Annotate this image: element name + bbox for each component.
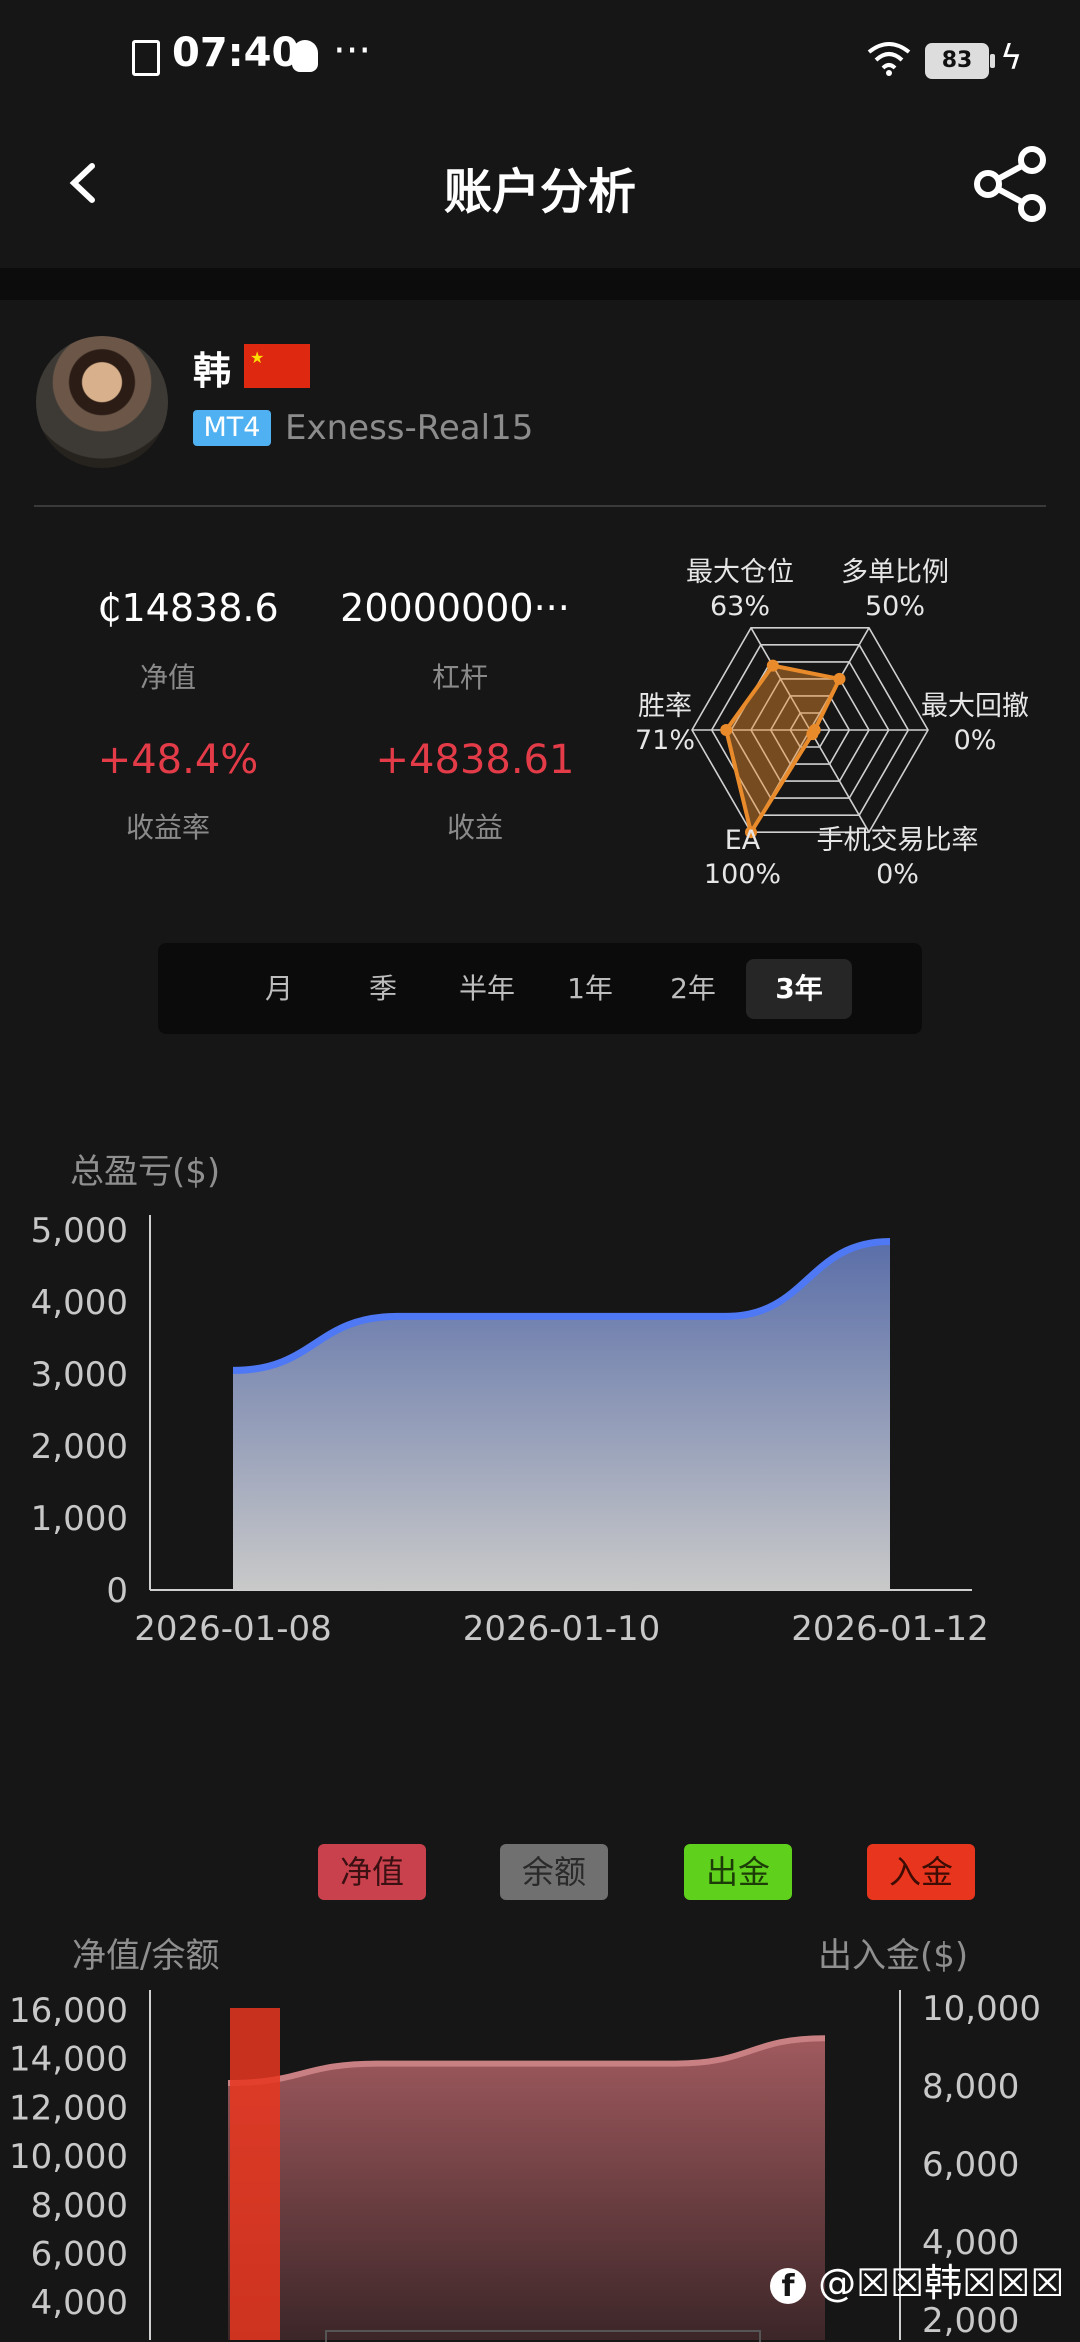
- leverage-value: 20000000···: [340, 586, 570, 630]
- right-y-tick-label: 10,000: [922, 1990, 1041, 2029]
- radar-label-max-position: 最大仓位 63%: [686, 557, 794, 622]
- tab-quarter[interactable]: 季: [330, 959, 436, 1019]
- charging-icon: ϟ: [1000, 38, 1023, 78]
- share-icon[interactable]: [972, 146, 1052, 222]
- return-rate-value: +48.4%: [97, 737, 259, 783]
- deposit-bar: [230, 2008, 280, 2340]
- wifi-icon: [867, 42, 911, 76]
- section-divider: [0, 268, 1080, 300]
- equity-area: [228, 2038, 825, 2340]
- left-y-tick-label: 12,000: [9, 2088, 128, 2128]
- pnl-chart: 0 1,000 2,000 3,000 4,000 5,000 2026-01-08 2026…: [31, 1211, 989, 1649]
- radar-point: [833, 672, 846, 685]
- profit-label: 收益: [446, 811, 503, 844]
- left-axis-title: 净值/余额: [72, 1936, 220, 1976]
- y-tick-label: 0: [106, 1571, 128, 1611]
- left-y-tick-label: 10,000: [9, 2137, 128, 2177]
- right-y-tick-label: 8,000: [922, 2067, 1019, 2107]
- facebook-icon: f: [770, 2267, 806, 2304]
- radar-label-max-drawdown: 最大回撤 0%: [921, 691, 1029, 756]
- tab-2-year[interactable]: 2年: [640, 959, 746, 1019]
- y-tick-label: 3,000: [31, 1355, 128, 1395]
- radar-point: [766, 659, 779, 672]
- return-rate-label: 收益率: [125, 811, 210, 844]
- y-tick-label: 5,000: [31, 1211, 128, 1251]
- chart-scrollbar[interactable]: [325, 2330, 761, 2342]
- page-title: 账户分析: [443, 164, 636, 220]
- legend-balance[interactable]: 余额: [500, 1844, 608, 1900]
- radar-point: [806, 728, 819, 741]
- y-tick-label: 2,000: [31, 1427, 128, 1467]
- more-notifications-icon: ···: [333, 28, 372, 74]
- radar-label-ea: EA 100%: [703, 825, 782, 890]
- tab-half-year[interactable]: 半年: [434, 959, 540, 1019]
- left-y-tick-label: 14,000: [9, 2040, 128, 2080]
- profit-value: +4838.61: [375, 737, 575, 783]
- china-flag-icon: ★: [244, 344, 310, 388]
- radar-label-win-rate: 胜率 71%: [634, 691, 695, 756]
- radar-area: [724, 663, 843, 838]
- sim-card-icon: [132, 40, 160, 76]
- radar-label-mobile-ratio: 手机交易比率 0%: [816, 825, 979, 890]
- tab-3-year[interactable]: 3年: [746, 959, 852, 1019]
- status-time: 07:40: [172, 30, 300, 76]
- left-y-tick-label: 4,000: [31, 2283, 128, 2323]
- x-tick-label: 2026-01-10: [463, 1609, 661, 1649]
- y-tick-label: 4,000: [31, 1283, 128, 1323]
- equity-label: 净值: [139, 661, 196, 694]
- leverage-label: 杠杆: [431, 661, 488, 694]
- tab-1-year[interactable]: 1年: [537, 959, 643, 1019]
- legend-withdrawal[interactable]: 出金: [684, 1844, 792, 1900]
- right-y-tick-label: 6,000: [922, 2145, 1019, 2185]
- legend-deposit[interactable]: 入金: [867, 1844, 975, 1900]
- watermark-text: @☒☒韩☒☒☒: [818, 2261, 1065, 2305]
- left-y-tick-label: 16,000: [9, 1991, 128, 2031]
- equity-value: ₵14838.6: [97, 586, 279, 630]
- x-tick-label: 2026-01-12: [791, 1609, 989, 1649]
- left-y-tick-label: 8,000: [31, 2186, 128, 2226]
- y-tick-label: 1,000: [31, 1499, 128, 1539]
- platform-badge: MT4: [193, 410, 271, 446]
- server-name: Exness-Real15: [285, 408, 534, 448]
- right-axis-title: 出入金($): [818, 1936, 969, 1976]
- battery-icon: 83: [925, 43, 995, 79]
- legend-equity[interactable]: 净值: [318, 1844, 426, 1900]
- status-bar: 07:40 ··· 83 ϟ: [0, 0, 1080, 120]
- profile-divider: [34, 505, 1046, 507]
- avatar[interactable]: [36, 336, 168, 468]
- qq-icon: [292, 40, 318, 72]
- radar-point: [720, 724, 733, 736]
- left-y-tick-label: 6,000: [31, 2235, 128, 2275]
- radar-label-long-ratio: 多单比例 50%: [841, 557, 949, 622]
- x-tick-label: 2026-01-08: [134, 1609, 332, 1649]
- user-name: 韩: [193, 349, 232, 393]
- tab-month[interactable]: 月: [226, 959, 332, 1019]
- watermark: f @☒☒韩☒☒☒: [770, 2252, 1064, 2307]
